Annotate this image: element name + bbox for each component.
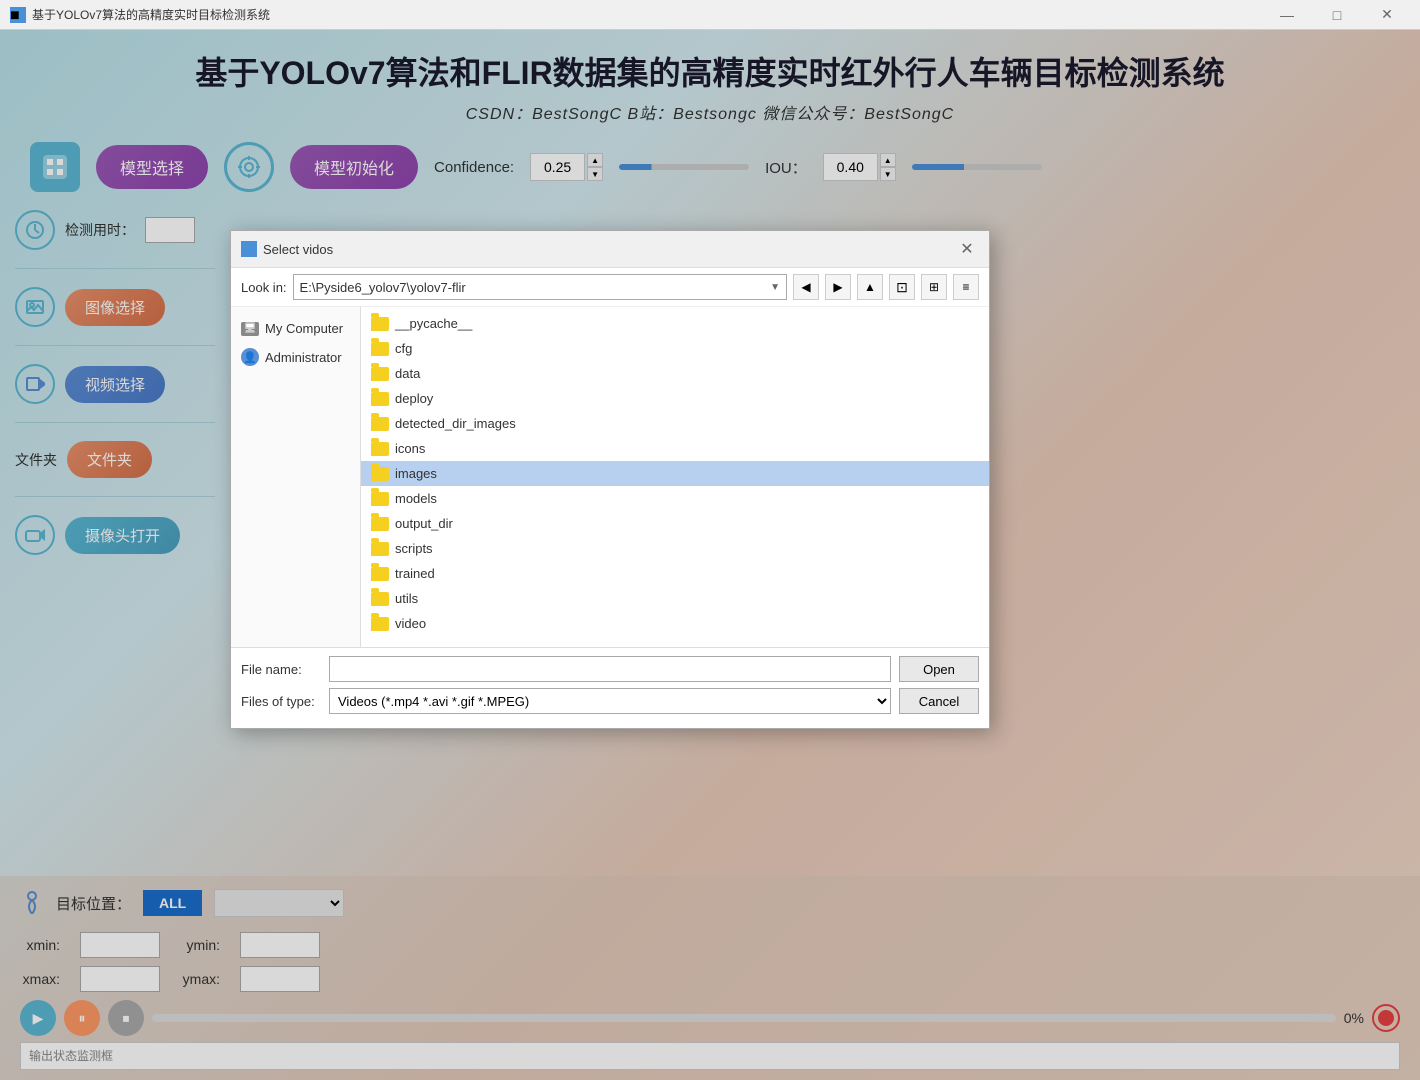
maximize-button[interactable]: □ bbox=[1314, 0, 1360, 30]
dialog-left-panel: 🖥 My Computer 👤 Administrator bbox=[231, 307, 361, 647]
look-in-bar: Look in: E:\Pyside6_yolov7\yolov7-flir ▼… bbox=[231, 268, 989, 307]
file-item-label: data bbox=[395, 366, 420, 381]
computer-icon: 🖥 bbox=[241, 322, 259, 336]
look-in-path: E:\Pyside6_yolov7\yolov7-flir bbox=[300, 280, 466, 295]
file-item-label: utils bbox=[395, 591, 418, 606]
folder-icon bbox=[371, 617, 389, 631]
filetype-row: Files of type: Videos (*.mp4 *.avi *.gif… bbox=[241, 688, 979, 714]
file-list-item[interactable]: icons bbox=[361, 436, 989, 461]
dialog-icon bbox=[241, 241, 257, 257]
administrator-label: Administrator bbox=[265, 350, 342, 365]
look-in-arrow-icon: ▼ bbox=[770, 282, 780, 293]
files-of-type-label: Files of type: bbox=[241, 694, 321, 709]
file-item-label: scripts bbox=[395, 541, 433, 556]
file-item-label: detected_dir_images bbox=[395, 416, 516, 431]
file-list-item[interactable]: scripts bbox=[361, 536, 989, 561]
left-administrator[interactable]: 👤 Administrator bbox=[231, 342, 360, 372]
dialog-title: Select vidos bbox=[263, 242, 955, 257]
folder-icon bbox=[371, 492, 389, 506]
title-bar: ■ 基于YOLOv7算法的高精度实时目标检测系统 — □ ✕ bbox=[0, 0, 1420, 30]
file-list-item[interactable]: images bbox=[361, 461, 989, 486]
file-item-label: images bbox=[395, 466, 437, 481]
view-list-button[interactable]: ≡ bbox=[953, 274, 979, 300]
app-icon: ■ bbox=[10, 7, 26, 23]
file-item-label: video bbox=[395, 616, 426, 631]
file-item-label: output_dir bbox=[395, 516, 453, 531]
file-item-label: cfg bbox=[395, 341, 412, 356]
file-item-label: deploy bbox=[395, 391, 433, 406]
file-list-item[interactable]: models bbox=[361, 486, 989, 511]
title-bar-controls: — □ ✕ bbox=[1264, 0, 1410, 30]
minimize-button[interactable]: — bbox=[1264, 0, 1310, 30]
folder-icon bbox=[371, 342, 389, 356]
file-name-input[interactable] bbox=[329, 656, 891, 682]
file-list-item[interactable]: cfg bbox=[361, 336, 989, 361]
file-list-item[interactable]: trained bbox=[361, 561, 989, 586]
folder-icon bbox=[371, 442, 389, 456]
folder-icon bbox=[371, 592, 389, 606]
nav-back-button[interactable]: ◀ bbox=[793, 274, 819, 300]
file-list-item[interactable]: detected_dir_images bbox=[361, 411, 989, 436]
folder-icon bbox=[371, 392, 389, 406]
nav-up-button[interactable]: ▲ bbox=[857, 274, 883, 300]
file-item-label: models bbox=[395, 491, 437, 506]
file-item-label: trained bbox=[395, 566, 435, 581]
file-list-item[interactable]: video bbox=[361, 611, 989, 636]
folder-icon bbox=[371, 467, 389, 481]
user-icon: 👤 bbox=[241, 348, 259, 366]
file-list-item[interactable]: data bbox=[361, 361, 989, 386]
dialog-footer: File name: Open Files of type: Videos (*… bbox=[231, 647, 989, 728]
look-in-combo[interactable]: E:\Pyside6_yolov7\yolov7-flir ▼ bbox=[293, 274, 787, 300]
file-list-item[interactable]: __pycache__ bbox=[361, 311, 989, 336]
look-in-label: Look in: bbox=[241, 280, 287, 295]
dialog-body: 🖥 My Computer 👤 Administrator __pycache_… bbox=[231, 307, 989, 647]
filename-row: File name: Open bbox=[241, 656, 979, 682]
title-bar-text: 基于YOLOv7算法的高精度实时目标检测系统 bbox=[32, 6, 1264, 23]
file-list-item[interactable]: deploy bbox=[361, 386, 989, 411]
file-name-label: File name: bbox=[241, 662, 321, 677]
left-my-computer[interactable]: 🖥 My Computer bbox=[231, 315, 360, 342]
file-type-dropdown[interactable]: Videos (*.mp4 *.avi *.gif *.MPEG) bbox=[329, 688, 891, 714]
my-computer-label: My Computer bbox=[265, 321, 343, 336]
close-button[interactable]: ✕ bbox=[1364, 0, 1410, 30]
app-container: 基于YOLOv7算法和FLIR数据集的高精度实时红外行人车辆目标检测系统 CSD… bbox=[0, 30, 1420, 1080]
file-item-label: __pycache__ bbox=[395, 316, 472, 331]
folder-icon bbox=[371, 417, 389, 431]
file-list-item[interactable]: utils bbox=[361, 586, 989, 611]
dialog-file-list: __pycache__cfg data deploy detected_dir_ima… bbox=[361, 307, 989, 647]
file-list-item[interactable]: output_dir bbox=[361, 511, 989, 536]
file-dialog: Select vidos ✕ Look in: E:\Pyside6_yolov… bbox=[230, 230, 990, 729]
open-button[interactable]: Open bbox=[899, 656, 979, 682]
folder-icon bbox=[371, 517, 389, 531]
view-grid-button[interactable]: ⊞ bbox=[921, 274, 947, 300]
dialog-close-button[interactable]: ✕ bbox=[955, 237, 979, 261]
cancel-button[interactable]: Cancel bbox=[899, 688, 979, 714]
folder-icon bbox=[371, 367, 389, 381]
nav-recent-button[interactable]: ⊡ bbox=[889, 274, 915, 300]
dialog-titlebar: Select vidos ✕ bbox=[231, 231, 989, 268]
folder-icon bbox=[371, 567, 389, 581]
folder-icon bbox=[371, 542, 389, 556]
nav-forward-button[interactable]: ▶ bbox=[825, 274, 851, 300]
file-item-label: icons bbox=[395, 441, 425, 456]
folder-icon bbox=[371, 317, 389, 331]
